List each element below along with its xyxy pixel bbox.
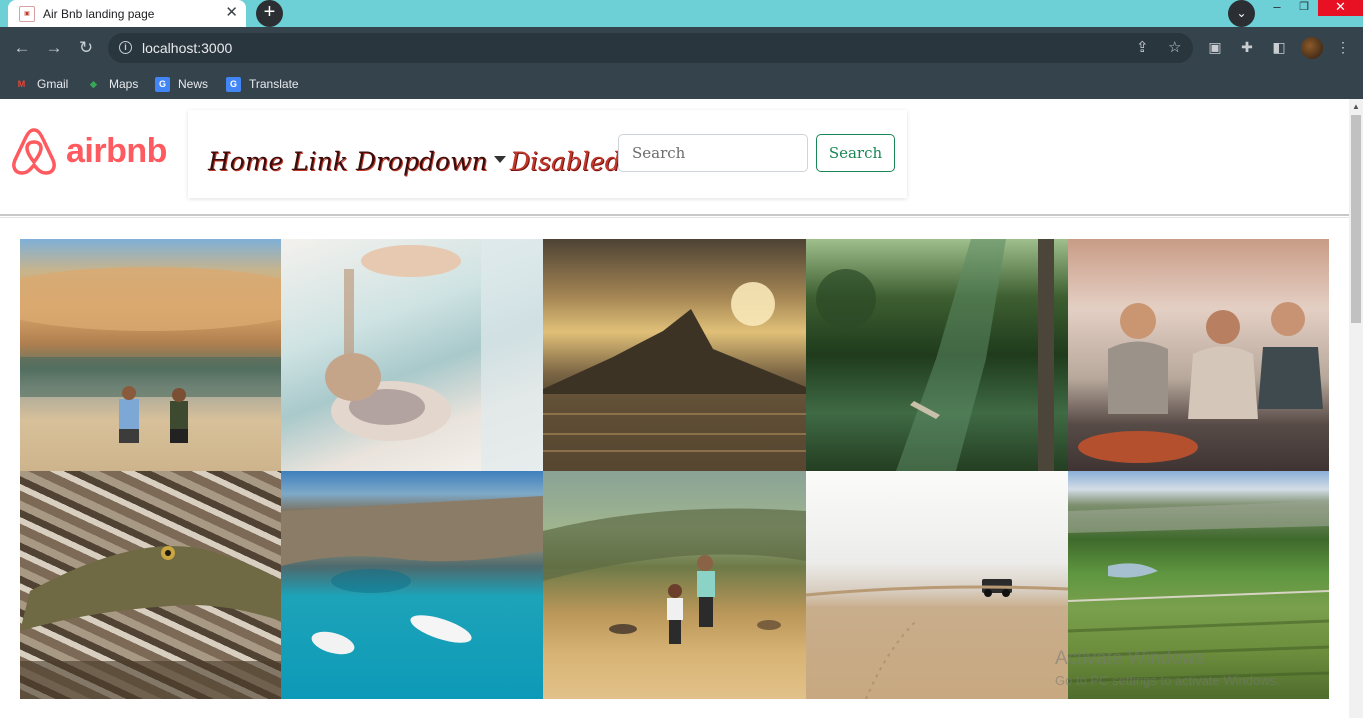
bookmark-star-icon[interactable]: ☆ <box>1168 38 1181 58</box>
browser-toolbar: ← → ↻ i localhost:3000 ⇪ ☆ ▣ ✚ ◧ ⋮ <box>0 27 1363 69</box>
windows-activation-watermark: Activate Windows Go to PC settings to ac… <box>1055 648 1280 688</box>
jeep-illustration <box>806 579 1068 699</box>
boats-illustration <box>281 496 543 655</box>
tab-search-button[interactable]: ⌄ <box>1228 0 1255 27</box>
minimize-button[interactable]: – <box>1267 0 1287 16</box>
nav-home-link[interactable]: Home <box>208 147 283 176</box>
bookmark-translate[interactable]: G Translate <box>226 74 299 94</box>
reload-button[interactable]: ↻ <box>75 37 97 59</box>
bookmark-maps[interactable]: ◆ Maps <box>86 74 138 94</box>
sunset-illustration <box>543 282 806 471</box>
nav-menu: Home Link Dropdown Disabled Search <box>188 110 907 198</box>
photo-oyster <box>281 239 543 471</box>
address-bar[interactable]: i localhost:3000 ⇪ ☆ <box>108 33 1193 63</box>
nav-dropdown-label: Dropdown <box>356 147 488 176</box>
scroll-up-arrow-icon[interactable]: ▲ <box>1352 102 1360 111</box>
brand-wordmark: airbnb <box>66 131 167 170</box>
oyster-illustration <box>325 239 543 471</box>
maps-icon: ◆ <box>90 78 97 89</box>
photo-hikers-dogs <box>543 471 806 699</box>
photo-sunset-sea <box>543 239 806 471</box>
site-navbar: airbnb Home Link Dropdown Disabled Searc… <box>0 99 1349 199</box>
airbnb-logo[interactable]: airbnb <box>10 126 167 176</box>
share-icon[interactable]: ⇪ <box>1136 38 1149 58</box>
search-button[interactable]: Search <box>816 134 895 172</box>
caret-down-icon <box>493 156 506 163</box>
bookmark-gmail[interactable]: M Gmail <box>14 74 69 94</box>
gmail-icon: M <box>17 79 26 89</box>
forest-illustration <box>816 239 1054 471</box>
nav-link-link[interactable]: Link <box>292 147 348 176</box>
scrollbar-thumb[interactable] <box>1351 115 1361 323</box>
restore-button[interactable]: ❐ <box>1294 0 1314 16</box>
close-tab-icon[interactable]: ✕ <box>225 5 238 21</box>
extension-app-icon[interactable]: ▣ <box>1206 38 1224 56</box>
crocodile-illustration <box>20 546 281 699</box>
translate-icon: G <box>226 76 241 92</box>
forward-button[interactable]: → <box>43 37 65 59</box>
photo-desert-jeep <box>806 471 1068 699</box>
close-window-button[interactable]: ✕ <box>1318 0 1363 16</box>
photo-desert-dunes <box>20 239 281 471</box>
photo-gallery <box>20 239 1329 699</box>
photo-crocodile <box>20 471 281 699</box>
photo-forest-river <box>806 239 1068 471</box>
back-button[interactable]: ← <box>11 37 33 59</box>
news-icon: G <box>155 76 170 92</box>
horizontal-rule <box>0 214 1349 218</box>
tab-title: Air Bnb landing page <box>43 6 155 21</box>
tab-strip: ▣ Air Bnb landing page ✕ + ⌄ – ❐ ✕ <box>0 0 1363 27</box>
watermark-subtitle: Go to PC settings to activate Windows. <box>1055 673 1280 688</box>
bookmarks-bar: M Gmail ◆ Maps G News G Translate <box>0 69 1363 99</box>
search-input[interactable] <box>618 134 808 172</box>
site-info-icon[interactable]: i <box>119 41 132 54</box>
side-panel-icon[interactable]: ◧ <box>1270 38 1288 56</box>
bookmark-news[interactable]: G News <box>155 74 208 94</box>
hikers-illustration <box>543 508 806 644</box>
browser-tab[interactable]: ▣ Air Bnb landing page ✕ <box>8 0 246 27</box>
airbnb-favicon-icon: ▣ <box>19 5 35 22</box>
extensions-puzzle-icon[interactable]: ✚ <box>1238 38 1256 56</box>
friends-illustration <box>1078 302 1323 463</box>
page-content: airbnb Home Link Dropdown Disabled Searc… <box>0 99 1349 718</box>
nav-disabled-link: Disabled <box>510 147 621 176</box>
watermark-title: Activate Windows <box>1055 648 1205 669</box>
desert-people-illustration <box>20 267 281 443</box>
photo-boats-cove <box>281 471 543 699</box>
profile-avatar[interactable] <box>1301 37 1323 59</box>
menu-kebab-icon[interactable]: ⋮ <box>1334 38 1352 56</box>
url-text[interactable]: localhost:3000 <box>142 40 232 56</box>
airbnb-belo-icon <box>12 128 56 175</box>
new-tab-button[interactable]: + <box>256 0 283 27</box>
nav-dropdown[interactable]: Dropdown <box>356 147 506 176</box>
photo-tea-friends <box>1068 239 1329 471</box>
page-scrollbar[interactable]: ▲ <box>1349 99 1363 718</box>
